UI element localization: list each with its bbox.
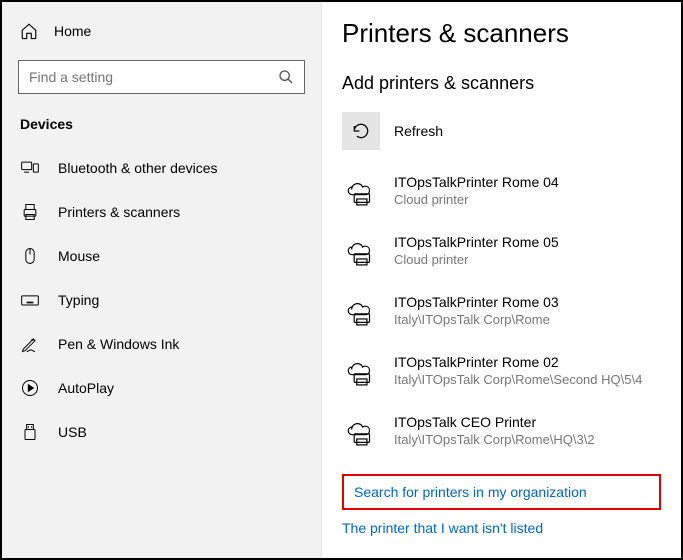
printer-card[interactable]: ITOpsTalkPrinter Rome 03 Italy\ITOpsTalk …: [342, 294, 661, 332]
home-icon: [20, 22, 38, 40]
search-icon: [278, 69, 294, 85]
printer-sub: Italy\ITOpsTalk Corp\Rome\HQ\3\2: [394, 432, 595, 447]
printer-info: ITOpsTalkPrinter Rome 05 Cloud printer: [394, 234, 559, 267]
sidebar-item-bluetooth[interactable]: Bluetooth & other devices: [2, 146, 321, 190]
sidebar-item-label: Pen & Windows Ink: [58, 336, 179, 352]
printer-info: ITOpsTalkPrinter Rome 02 Italy\ITOpsTalk …: [394, 354, 642, 387]
link-not-listed[interactable]: The printer that I want isn't listed: [342, 520, 661, 536]
autoplay-icon: [20, 378, 40, 398]
search-input[interactable]: [29, 69, 278, 85]
printer-info: ITOpsTalkPrinter Rome 03 Italy\ITOpsTalk …: [394, 294, 559, 327]
refresh-icon: [351, 121, 371, 141]
printer-name: ITOpsTalkPrinter Rome 02: [394, 354, 642, 370]
category-heading: Devices: [2, 112, 321, 146]
printer-info: ITOpsTalkPrinter Rome 04 Cloud printer: [394, 174, 559, 207]
printer-card[interactable]: ITOpsTalkPrinter Rome 05 Cloud printer: [342, 234, 661, 272]
sidebar-item-label: Mouse: [58, 248, 100, 264]
search-box[interactable]: [18, 60, 305, 94]
cloud-printer-icon: [342, 174, 380, 212]
sidebar-item-label: Bluetooth & other devices: [58, 160, 218, 176]
sidebar-item-typing[interactable]: Typing: [2, 278, 321, 322]
cloud-printer-icon: [342, 234, 380, 272]
sidebar-item-mouse[interactable]: Mouse: [2, 234, 321, 278]
printer-sub: Cloud printer: [394, 192, 559, 207]
section-title: Add printers & scanners: [342, 73, 661, 94]
keyboard-icon: [20, 290, 40, 310]
sidebar-item-pen[interactable]: Pen & Windows Ink: [2, 322, 321, 366]
refresh-button[interactable]: [342, 112, 380, 150]
sidebar-item-label: USB: [58, 424, 87, 440]
usb-icon: [20, 422, 40, 442]
devices-icon: [20, 158, 40, 178]
printer-name: ITOpsTalkPrinter Rome 05: [394, 234, 559, 250]
cloud-printer-icon: [342, 414, 380, 452]
sidebar-item-label: Typing: [58, 292, 99, 308]
refresh-row: Refresh: [342, 112, 661, 150]
mouse-icon: [20, 246, 40, 266]
sidebar-item-printers[interactable]: Printers & scanners: [2, 190, 321, 234]
printer-card[interactable]: ITOpsTalk CEO Printer Italy\ITOpsTalk Cor…: [342, 414, 661, 452]
sidebar: Home Devices Bluetooth & other devices P…: [2, 2, 322, 558]
printer-info: ITOpsTalk CEO Printer Italy\ITOpsTalk Cor…: [394, 414, 595, 447]
printer-name: ITOpsTalkPrinter Rome 03: [394, 294, 559, 310]
main-content: Printers & scanners Add printers & scann…: [322, 2, 681, 558]
printer-icon: [20, 202, 40, 222]
printer-sub: Italy\ITOpsTalk Corp\Rome\Second HQ\5\4: [394, 372, 642, 387]
refresh-label: Refresh: [394, 123, 443, 139]
sidebar-item-usb[interactable]: USB: [2, 410, 321, 454]
home-nav[interactable]: Home: [2, 14, 321, 48]
home-label: Home: [54, 23, 91, 39]
sidebar-item-autoplay[interactable]: AutoPlay: [2, 366, 321, 410]
cloud-printer-icon: [342, 294, 380, 332]
printer-card[interactable]: ITOpsTalkPrinter Rome 04 Cloud printer: [342, 174, 661, 212]
page-title: Printers & scanners: [342, 18, 661, 49]
pen-icon: [20, 334, 40, 354]
printer-name: ITOpsTalk CEO Printer: [394, 414, 595, 430]
highlight-box: Search for printers in my organization: [342, 474, 661, 510]
printer-card[interactable]: ITOpsTalkPrinter Rome 02 Italy\ITOpsTalk …: [342, 354, 661, 392]
printer-name: ITOpsTalkPrinter Rome 04: [394, 174, 559, 190]
link-search-organization[interactable]: Search for printers in my organization: [354, 484, 649, 500]
sidebar-item-label: Printers & scanners: [58, 204, 180, 220]
sidebar-item-label: AutoPlay: [58, 380, 114, 396]
cloud-printer-icon: [342, 354, 380, 392]
printer-sub: Cloud printer: [394, 252, 559, 267]
printer-sub: Italy\ITOpsTalk Corp\Rome: [394, 312, 559, 327]
